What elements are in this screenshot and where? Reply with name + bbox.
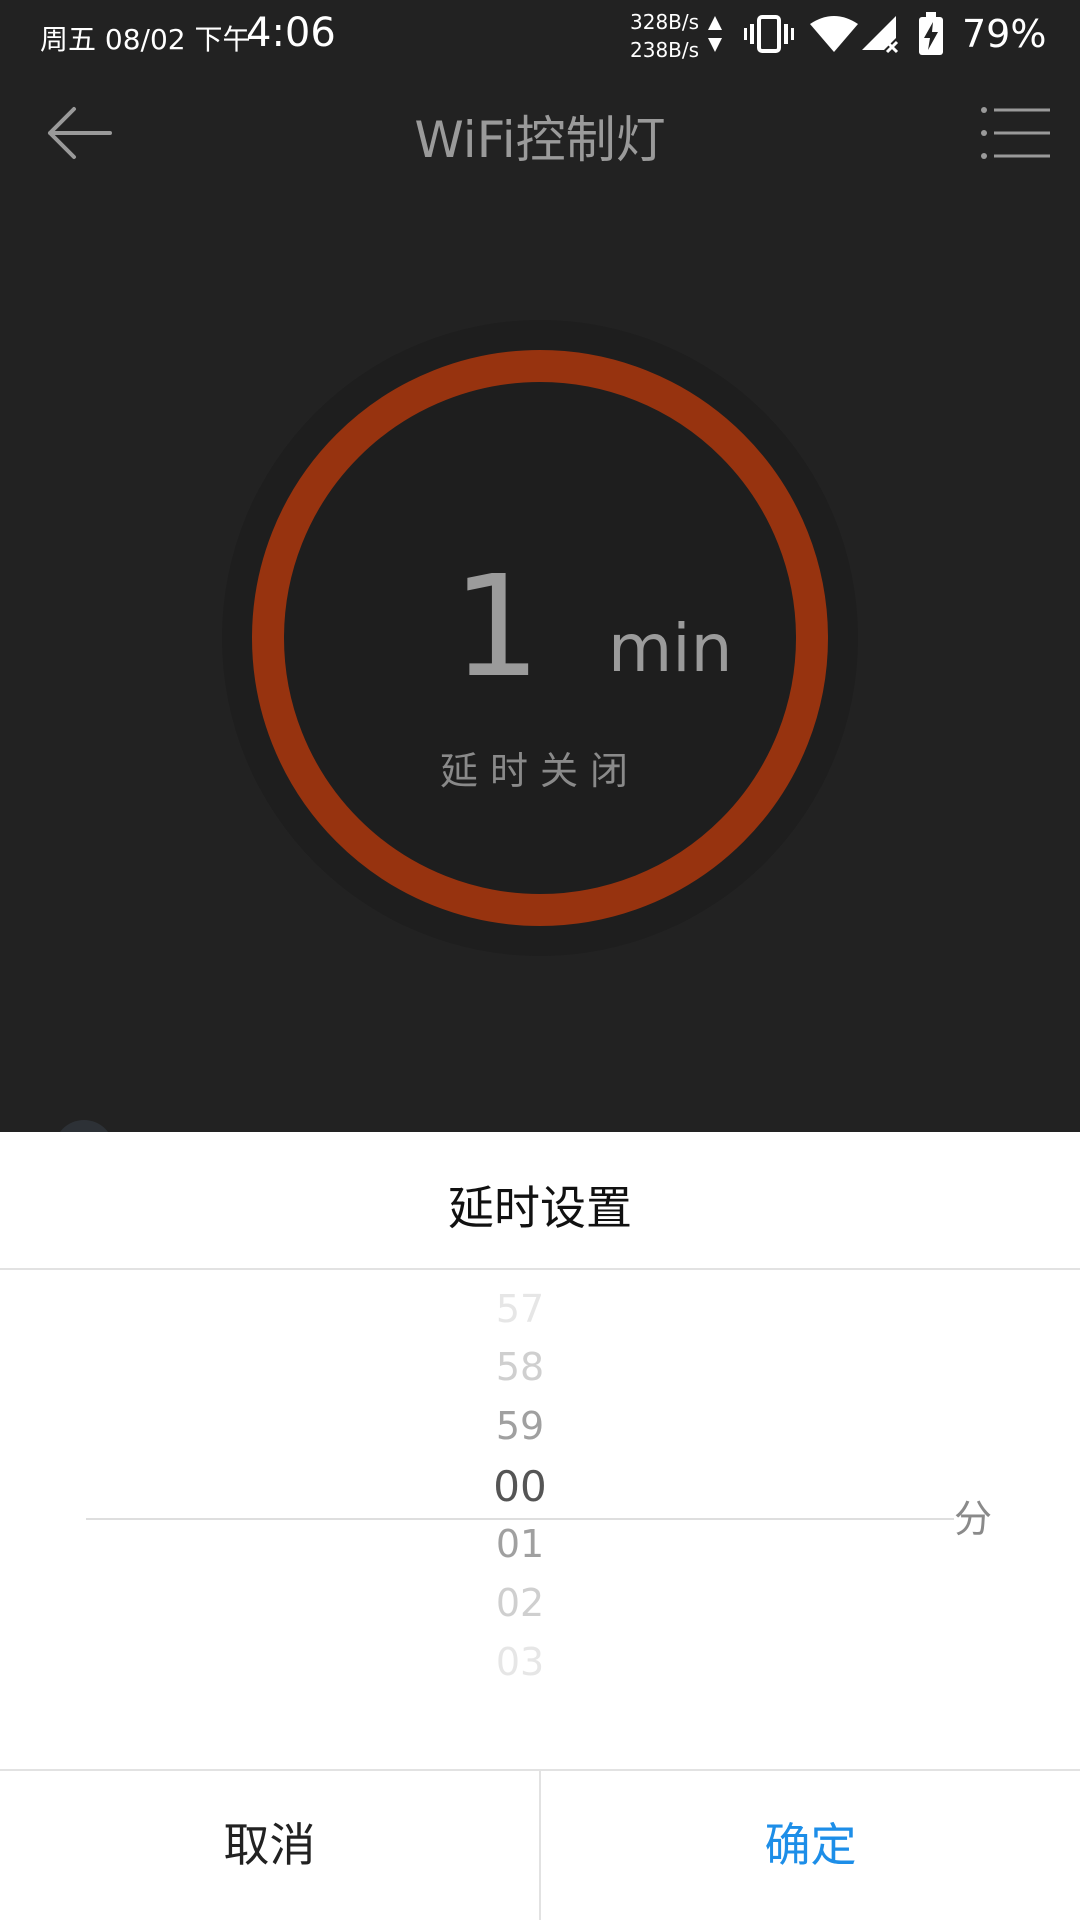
network-speed: 328B/s 238B/s bbox=[630, 8, 699, 64]
vibrate-icon bbox=[744, 15, 794, 53]
confirm-button[interactable]: 确定 bbox=[541, 1771, 1080, 1920]
picker-unit-label: 分 bbox=[954, 1497, 993, 1541]
net-down-speed: 238B/s bbox=[630, 38, 700, 62]
status-date: 周五 08/02 下午 bbox=[40, 23, 251, 56]
timer-caption: 延时关闭 bbox=[439, 749, 640, 793]
picker-item[interactable]: 58 bbox=[460, 1348, 580, 1386]
sheet-title: 延时设置 bbox=[448, 1181, 632, 1235]
battery-charging-icon bbox=[919, 12, 943, 55]
divider bbox=[0, 1268, 1080, 1270]
delay-settings-sheet: 延时设置 57 58 59 00 分 01 02 03 取消 确定 bbox=[0, 1132, 1080, 1920]
picker-item[interactable]: 59 bbox=[460, 1407, 580, 1445]
picker-item-selected[interactable]: 00 bbox=[460, 1466, 580, 1508]
page-title: WiFi控制灯 bbox=[414, 111, 666, 169]
network-arrows-icon bbox=[708, 16, 722, 52]
picker-item[interactable]: 02 bbox=[460, 1584, 580, 1622]
screen: 周五 08/02 下午 4:06 328B/s 238B/s 79% WiFi控… bbox=[0, 0, 1080, 1920]
timer-unit: min bbox=[608, 610, 733, 687]
battery-percent: 79% bbox=[962, 12, 1047, 56]
cancel-button[interactable]: 取消 bbox=[0, 1771, 539, 1920]
app-bar: WiFi控制灯 bbox=[0, 70, 1080, 196]
picker-item[interactable]: 03 bbox=[460, 1643, 580, 1681]
wifi-icon bbox=[810, 16, 858, 52]
status-bar: 周五 08/02 下午 4:06 328B/s 238B/s 79% bbox=[0, 0, 1080, 70]
timer-value: 1 bbox=[452, 546, 542, 709]
picker-item[interactable]: 01 bbox=[460, 1525, 580, 1563]
status-time: 4:06 bbox=[246, 10, 336, 56]
menu-list-icon[interactable] bbox=[980, 100, 1050, 166]
minute-picker[interactable]: 57 58 59 00 分 01 02 03 bbox=[0, 1290, 1080, 1704]
picker-selection-line bbox=[86, 1518, 954, 1520]
picker-item[interactable]: 57 bbox=[460, 1290, 580, 1328]
signal-no-sim-icon bbox=[862, 16, 899, 54]
net-up-speed: 328B/s bbox=[630, 10, 700, 34]
